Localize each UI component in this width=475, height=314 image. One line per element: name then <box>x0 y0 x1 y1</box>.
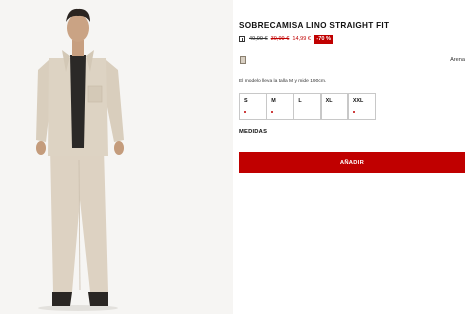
size-label: M <box>271 98 276 104</box>
discount-badge: -70 % <box>314 34 334 44</box>
product-image[interactable] <box>0 0 233 314</box>
price-current: 14,99 € <box>292 36 312 42</box>
price-info-icon[interactable] <box>239 36 245 42</box>
color-swatch-arena[interactable] <box>240 56 246 64</box>
price-original: 49,99 € <box>249 36 268 42</box>
product-title: SOBRECAMISA LINO STRAIGHT FIT <box>239 21 390 30</box>
product-info-panel: SOBRECAMISA LINO STRAIGHT FIT 49,99 € 39… <box>239 0 465 314</box>
size-label: S <box>244 98 248 104</box>
color-name: Arena <box>450 57 465 63</box>
size-selector: S M L XL XXL <box>239 93 376 120</box>
size-option-m[interactable]: M <box>266 93 294 120</box>
model-info: El modelo lleva la talla M y mide 190cm. <box>239 79 327 84</box>
price-previous: 39,99 € <box>270 36 290 42</box>
size-label: XXL <box>352 98 364 104</box>
model-illustration <box>0 0 233 314</box>
size-option-s[interactable]: S <box>239 93 267 120</box>
low-stock-dot <box>271 111 274 113</box>
size-option-l[interactable]: L <box>293 93 322 120</box>
size-label: XL <box>325 98 333 104</box>
color-selector: Arena <box>239 55 465 67</box>
measurements-link[interactable]: MEDIDAS <box>239 129 267 135</box>
low-stock-dot <box>352 111 355 113</box>
add-to-cart-button[interactable]: AÑADIR <box>239 152 465 173</box>
size-option-xxl[interactable]: XXL <box>347 93 376 120</box>
price-row: 49,99 € 39,99 € 14,99 € -70 % <box>239 34 334 44</box>
size-label: L <box>298 98 302 104</box>
size-option-xl[interactable]: XL <box>320 93 349 120</box>
low-stock-dot <box>244 111 246 113</box>
